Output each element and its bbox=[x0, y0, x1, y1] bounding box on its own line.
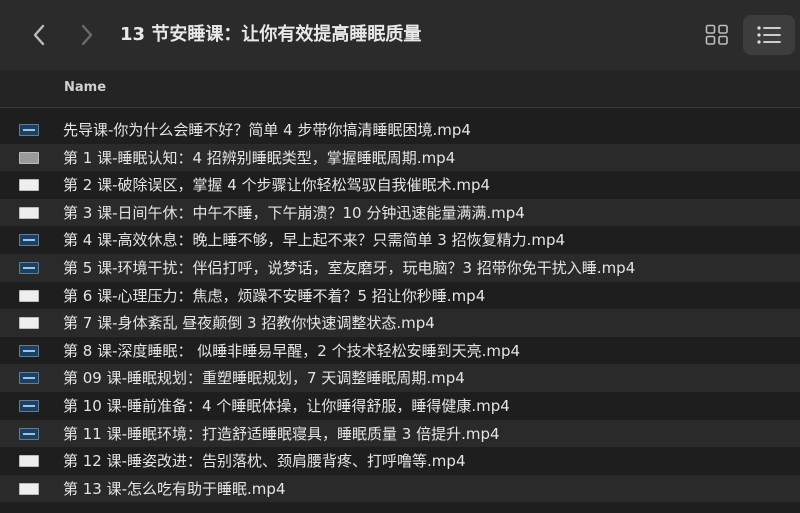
list-view-button[interactable] bbox=[743, 15, 795, 55]
file-row[interactable]: 第 6 课-心理压力：焦虑，烦躁不安睡不着？5 招让你秒睡.mp4 bbox=[0, 282, 800, 310]
file-row[interactable]: 第 09 课-睡眠规划：重塑睡眠规划，7 天调整睡眠周期.mp4 bbox=[0, 364, 800, 392]
icon-view-button[interactable] bbox=[698, 18, 736, 52]
video-file-icon bbox=[19, 206, 39, 219]
file-name: 第 11 课-睡眠环境：打造舒适睡眠寝具，睡眠质量 3 倍提升.mp4 bbox=[63, 424, 500, 443]
file-row[interactable]: 第 10 课-睡前准备：4 个睡眠体操，让你睡得舒服，睡得健康.mp4 bbox=[0, 392, 800, 420]
file-row[interactable]: 第 3 课-日间午休：中午不睡，下午崩溃？10 分钟迅速能量满满.mp4 bbox=[0, 198, 800, 227]
file-row[interactable]: 先导课-你为什么会睡不好？简单 4 步带你搞清睡眠困境.mp4 bbox=[0, 116, 800, 144]
video-file-icon bbox=[19, 344, 39, 357]
file-row[interactable]: 第 4 课-高效休息：晚上睡不够，早上起不来？只需简单 3 招恢复精力.mp4 bbox=[0, 226, 800, 254]
column-header: Name bbox=[0, 70, 800, 108]
video-file-icon bbox=[19, 317, 39, 330]
finder-window: 13 节安睡课：让你有效提高睡眠质量 Name 先导课-你为什么会睡不好？简单 … bbox=[0, 0, 800, 513]
chevron-right-icon bbox=[81, 24, 93, 46]
file-row[interactable]: 第 12 课-睡姿改进：告别落枕、颈肩腰背疼、打呼噜等.mp4 bbox=[0, 447, 800, 475]
file-row[interactable]: 第 2 课-破除误区，掌握 4 个步骤让你轻松驾驭自我催眠术.mp4 bbox=[0, 171, 800, 199]
file-name: 第 1 课-睡眠认知：4 招辨别睡眠类型，掌握睡眠周期.mp4 bbox=[63, 148, 456, 167]
file-name: 第 2 课-破除误区，掌握 4 个步骤让你轻松驾驭自我催眠术.mp4 bbox=[63, 176, 491, 195]
back-button[interactable] bbox=[24, 20, 54, 50]
file-row[interactable]: 第 13 课-怎么吃有助于睡眠.mp4 bbox=[0, 474, 800, 503]
file-name: 先导课-你为什么会睡不好？简单 4 步带你搞清睡眠困境.mp4 bbox=[63, 121, 471, 139]
grid-icon bbox=[705, 24, 728, 45]
file-row[interactable]: 第 1 课-睡眠认知：4 招辨别睡眠类型，掌握睡眠周期.mp4 bbox=[0, 143, 800, 172]
video-file-icon bbox=[19, 455, 39, 468]
video-file-icon bbox=[19, 399, 39, 412]
file-row[interactable]: 第 7 课-身体紊乱 昼夜颠倒 3 招教你快速调整状态.mp4 bbox=[0, 309, 800, 337]
file-name: 第 4 课-高效休息：晚上睡不够，早上起不来？只需简单 3 招恢复精力.mp4 bbox=[63, 231, 566, 250]
file-name: 第 5 课-环境干扰：伴侣打呼，说梦话，室友磨牙，玩电脑？3 招带你免干扰入睡.… bbox=[63, 258, 636, 277]
list-icon bbox=[757, 26, 781, 44]
video-file-icon bbox=[19, 151, 39, 164]
forward-button[interactable] bbox=[72, 20, 102, 50]
video-file-icon bbox=[19, 124, 39, 136]
file-name: 第 10 课-睡前准备：4 个睡眠体操，让你睡得舒服，睡得健康.mp4 bbox=[63, 396, 510, 415]
toolbar: 13 节安睡课：让你有效提高睡眠质量 bbox=[0, 0, 800, 70]
file-name: 第 8 课-深度睡眠： 似睡非睡易早醒，2 个技术轻松安睡到天亮.mp4 bbox=[63, 341, 521, 360]
video-file-icon bbox=[19, 289, 39, 302]
video-file-icon bbox=[19, 427, 39, 440]
chevron-left-icon bbox=[33, 24, 45, 46]
name-column-header[interactable]: Name bbox=[64, 80, 106, 95]
file-row[interactable]: 第 5 课-环境干扰：伴侣打呼，说梦话，室友磨牙，玩电脑？3 招带你免干扰入睡.… bbox=[0, 253, 800, 282]
file-name: 第 13 课-怎么吃有助于睡眠.mp4 bbox=[63, 479, 286, 498]
file-name: 第 6 课-心理压力：焦虑，烦躁不安睡不着？5 招让你秒睡.mp4 bbox=[63, 286, 486, 305]
video-file-icon bbox=[19, 482, 39, 495]
video-file-icon bbox=[19, 372, 39, 385]
video-file-icon bbox=[19, 179, 39, 192]
video-file-icon bbox=[19, 234, 39, 247]
file-name: 第 09 课-睡眠规划：重塑睡眠规划，7 天调整睡眠周期.mp4 bbox=[63, 369, 465, 388]
file-list: 先导课-你为什么会睡不好？简单 4 步带你搞清睡眠困境.mp4 第 1 课-睡眠认… bbox=[0, 116, 800, 503]
video-file-icon bbox=[19, 261, 39, 274]
file-row[interactable]: 第 8 课-深度睡眠： 似睡非睡易早醒，2 个技术轻松安睡到天亮.mp4 bbox=[0, 337, 800, 365]
file-name: 第 7 课-身体紊乱 昼夜颠倒 3 招教你快速调整状态.mp4 bbox=[63, 314, 435, 333]
file-name: 第 3 课-日间午休：中午不睡，下午崩溃？10 分钟迅速能量满满.mp4 bbox=[63, 203, 525, 222]
file-row[interactable]: 第 11 课-睡眠环境：打造舒适睡眠寝具，睡眠质量 3 倍提升.mp4 bbox=[0, 419, 800, 448]
file-name: 第 12 课-睡姿改进：告别落枕、颈肩腰背疼、打呼噜等.mp4 bbox=[63, 452, 466, 471]
window-title: 13 节安睡课：让你有效提高睡眠质量 bbox=[120, 24, 422, 45]
